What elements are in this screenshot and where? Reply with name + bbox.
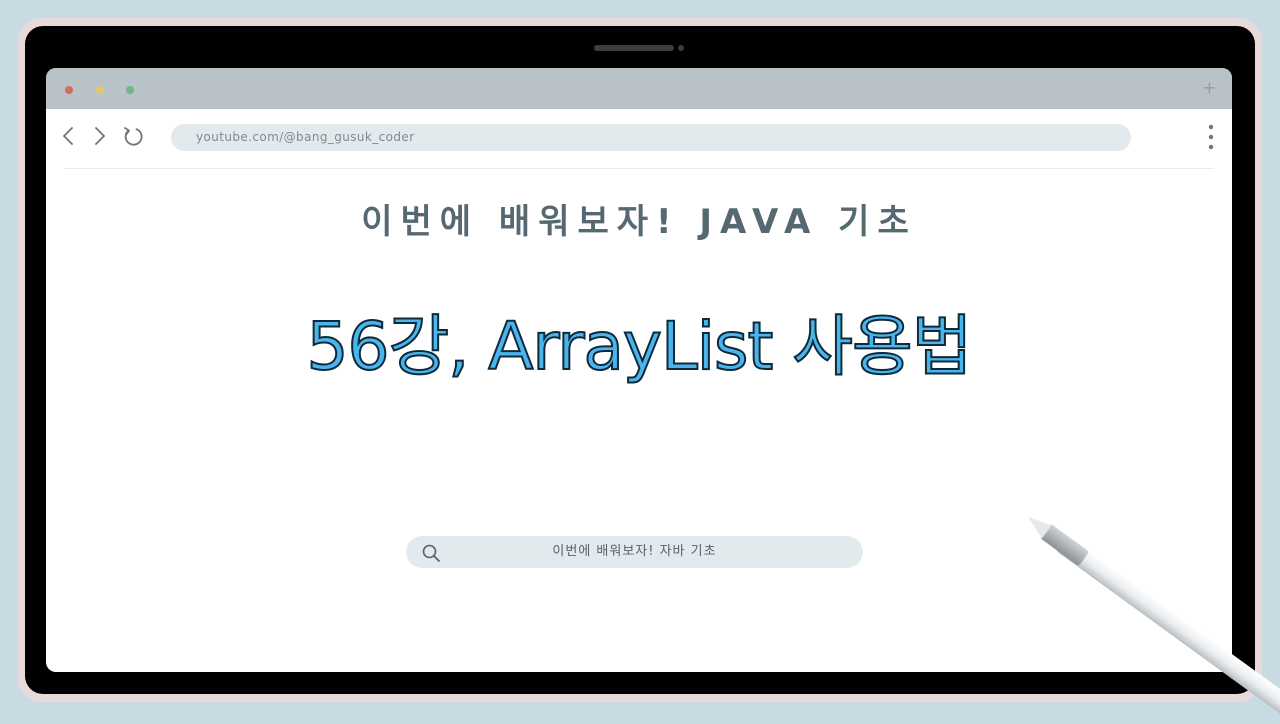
camera-dot bbox=[678, 45, 684, 51]
minimize-window-button[interactable] bbox=[96, 86, 104, 94]
page-subtitle: 이번에 배워보자! JAVA 기초 bbox=[361, 202, 917, 242]
title-bar: + bbox=[46, 68, 1232, 109]
address-bar[interactable]: youtube.com/@bang_gusuk_coder bbox=[171, 124, 1131, 151]
maximize-window-button[interactable] bbox=[126, 86, 134, 94]
search-text: 이번에 배워보자! 자바 기초 bbox=[552, 544, 717, 559]
reload-icon[interactable] bbox=[120, 124, 143, 148]
kebab-menu-icon[interactable] bbox=[1206, 124, 1216, 150]
toolbar-separator bbox=[64, 168, 1214, 169]
chevron-right-icon[interactable] bbox=[88, 124, 110, 148]
new-tab-button[interactable]: + bbox=[1203, 77, 1216, 99]
stylus-pen-icon bbox=[1020, 505, 1280, 724]
search-bar[interactable]: 이번에 배워보자! 자바 기초 bbox=[406, 536, 863, 568]
address-url: youtube.com/@bang_gusuk_coder bbox=[196, 130, 415, 144]
close-window-button[interactable] bbox=[65, 86, 73, 94]
page-title: 56강, ArrayList 사용법 bbox=[306, 307, 974, 386]
chevron-left-icon[interactable] bbox=[58, 124, 80, 148]
camera-bar bbox=[594, 45, 674, 51]
